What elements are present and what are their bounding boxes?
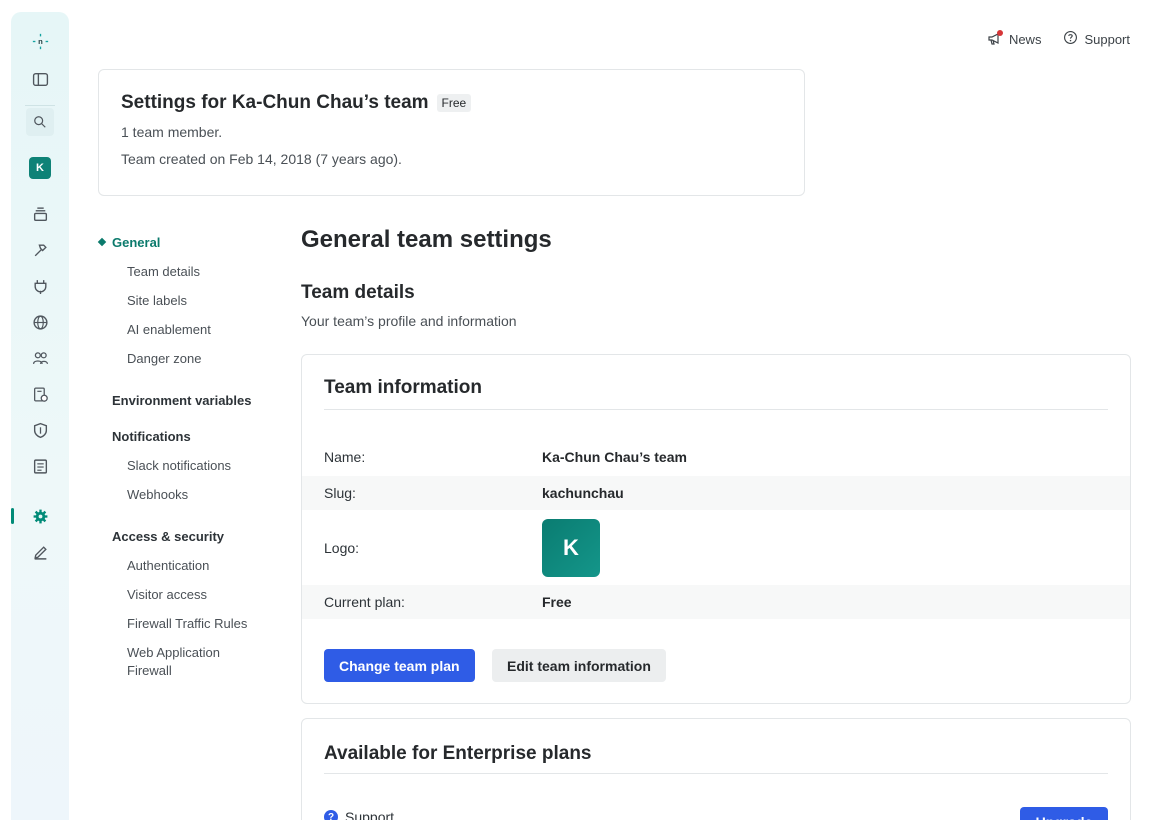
enterprise-title: Available for Enterprise plans (324, 743, 592, 764)
billing-icon[interactable] (11, 379, 69, 409)
section-heading: General team settings (301, 226, 552, 253)
news-link[interactable]: News (987, 30, 1042, 47)
main-content: General team settings Team details Your … (301, 226, 1131, 329)
news-label: News (1008, 31, 1042, 47)
nav-item-slack-notifications[interactable]: Slack notifications (98, 457, 278, 475)
divider (324, 773, 1108, 774)
team-avatar-button[interactable]: K (11, 153, 69, 183)
question-icon: ? (324, 810, 338, 820)
nav-item-authentication[interactable]: Authentication (98, 557, 278, 575)
avatar: K (29, 157, 51, 179)
plan-badge: Free (436, 94, 472, 112)
plan-label: Current plan: (324, 594, 405, 610)
team-details-description: Your team’s profile and information (301, 313, 517, 329)
help-circle-icon (1063, 30, 1078, 48)
enterprise-card: Available for Enterprise plans ? Support… (301, 718, 1131, 820)
edit-pencil-icon[interactable] (11, 537, 69, 567)
name-label: Name: (324, 449, 366, 465)
nav-item-firewall-traffic-rules[interactable]: Firewall Traffic Rules (98, 615, 278, 633)
name-value: Ka-Chun Chau’s team (542, 449, 687, 465)
team-created-date: Team created on Feb 14, 2018 (7 years ag… (121, 151, 402, 167)
team-information-card: Team information Name: Ka-Chun Chau’s te… (301, 354, 1131, 704)
team-member-count: 1 team member. (121, 124, 223, 140)
plan-row: Current plan: Free (302, 585, 1130, 619)
nav-item-web-application-firewall[interactable]: Web Application Firewall (98, 644, 228, 680)
team-logo: K (542, 519, 600, 577)
megaphone-icon (987, 30, 1003, 47)
slug-value: kachunchau (542, 485, 624, 501)
nav-item-site-labels[interactable]: Site labels (98, 292, 278, 310)
team-header-card: Settings for Ka-Chun Chau’s team Free 1 … (98, 69, 805, 196)
nav-general[interactable]: General (98, 232, 278, 252)
settings-nav: General Team details Site labels AI enab… (98, 232, 278, 680)
nav-notifications[interactable]: Notifications (98, 426, 278, 446)
slug-row: Slug: kachunchau (302, 476, 1130, 510)
slug-label: Slug: (324, 485, 356, 501)
plan-value: Free (542, 594, 572, 610)
support-label: Support (1084, 31, 1130, 47)
nav-item-team-details[interactable]: Team details (98, 263, 278, 281)
security-shield-icon[interactable] (11, 415, 69, 445)
nav-environment-variables[interactable]: Environment variables (98, 390, 278, 410)
name-row: Name: Ka-Chun Chau’s team (302, 440, 1130, 474)
settings-gear-icon[interactable] (11, 501, 69, 531)
members-users-icon[interactable] (11, 343, 69, 373)
left-rail: n K (11, 12, 69, 820)
card-title: Team information (324, 377, 482, 398)
domains-globe-icon[interactable] (11, 307, 69, 337)
nav-item-webhooks[interactable]: Webhooks (98, 486, 278, 504)
support-link[interactable]: Support (1063, 30, 1130, 48)
builds-hammer-icon[interactable] (11, 235, 69, 265)
top-links: News Support (987, 30, 1130, 48)
support-row: ? Support (324, 809, 394, 820)
edit-team-information-button[interactable]: Edit team information (492, 649, 666, 682)
sidebar-toggle-icon[interactable] (11, 64, 69, 94)
nav-access-security[interactable]: Access & security (98, 526, 278, 546)
netlify-logo-icon[interactable]: n (11, 26, 69, 56)
projects-icon[interactable] (11, 199, 69, 229)
search-button[interactable] (11, 107, 69, 137)
upgrade-button[interactable]: Upgrade (1020, 807, 1108, 820)
nav-item-danger-zone[interactable]: Danger zone (98, 350, 278, 368)
team-details-heading: Team details (301, 282, 415, 303)
change-team-plan-button[interactable]: Change team plan (324, 649, 475, 682)
audit-log-icon[interactable] (11, 451, 69, 481)
logo-label: Logo: (324, 540, 360, 556)
page-title: Settings for Ka-Chun Chau’s team (121, 92, 429, 113)
notification-dot (996, 30, 1003, 36)
nav-item-ai-enablement[interactable]: AI enablement (98, 321, 278, 339)
divider (324, 409, 1108, 410)
svg-text:n: n (38, 37, 43, 46)
support-feature-label: Support (345, 809, 395, 820)
search-icon (26, 108, 54, 136)
logo-row: Logo: K (302, 515, 1130, 581)
integrations-plug-icon[interactable] (11, 271, 69, 301)
nav-item-visitor-access[interactable]: Visitor access (98, 586, 278, 604)
